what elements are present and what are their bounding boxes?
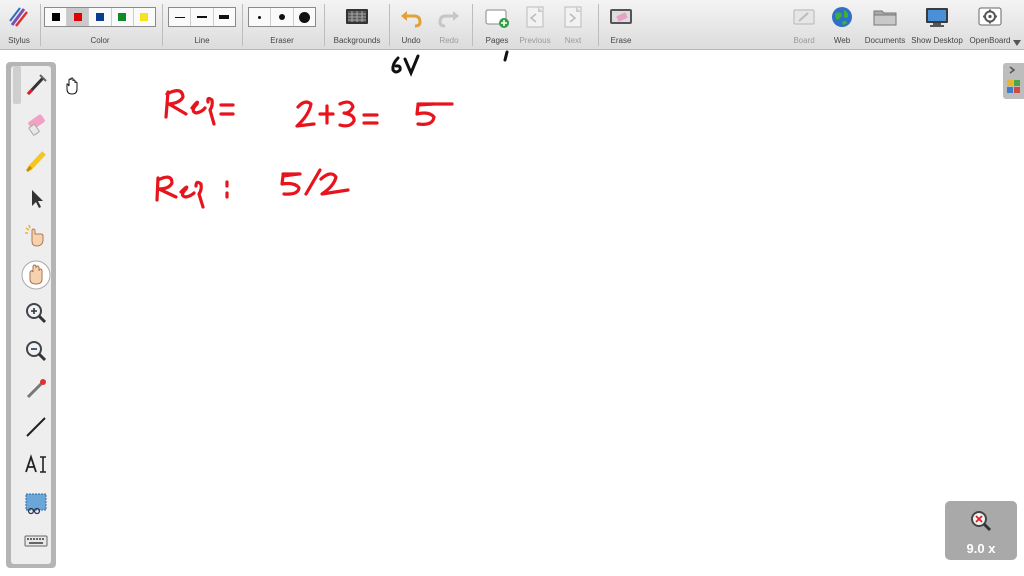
black-ink-strokes — [391, 50, 509, 77]
whiteboard-ink — [155, 50, 509, 209]
red-ink-strokes — [155, 89, 454, 209]
zoom-indicator[interactable]: 9.0 x — [945, 501, 1017, 560]
zoom-reset-icon — [971, 511, 992, 532]
zoom-level-text: 9.0 x — [966, 541, 996, 556]
